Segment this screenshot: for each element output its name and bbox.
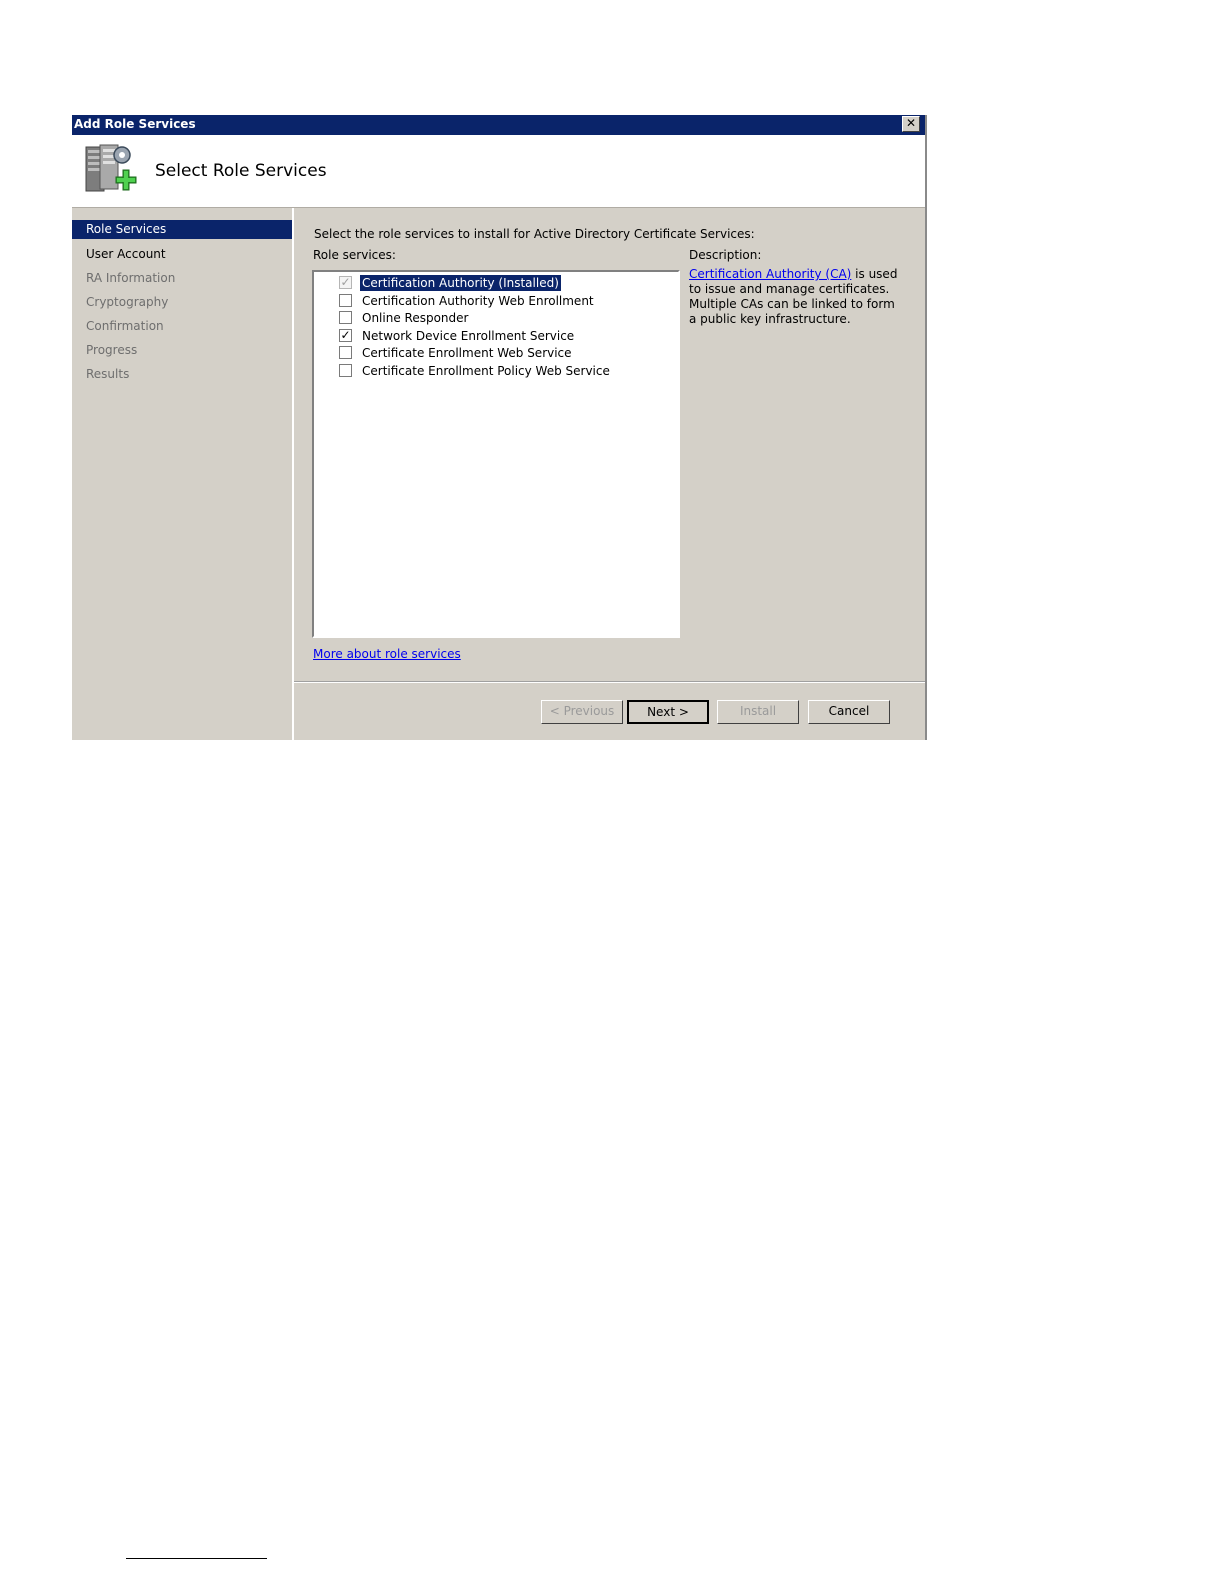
main-content: Select the role services to install for … — [294, 208, 925, 740]
window-title: Add Role Services — [74, 117, 196, 131]
instruction-text: Select the role services to install for … — [314, 227, 755, 241]
close-button[interactable]: ✕ — [902, 116, 920, 132]
role-service-label: Certificate Enrollment Policy Web Servic… — [362, 364, 610, 378]
role-services-list[interactable]: ✓ Certification Authority (Installed) Ce… — [312, 270, 680, 638]
wizard-nav: Role Services User Account RA Informatio… — [72, 208, 294, 740]
more-about-role-services-link[interactable]: More about role services — [313, 647, 461, 661]
next-button[interactable]: Next > — [627, 700, 709, 724]
role-service-label: Network Device Enrollment Service — [362, 329, 575, 343]
nav-item-cryptography: Cryptography — [86, 295, 169, 309]
role-service-label: Online Responder — [362, 311, 469, 325]
install-button[interactable]: Install — [717, 700, 799, 724]
wizard-header: Select Role Services — [72, 135, 925, 208]
checkbox-enrollment-policy-web-service[interactable] — [339, 364, 352, 377]
checkbox-web-enrollment[interactable] — [339, 294, 352, 307]
previous-button[interactable]: < Previous — [541, 700, 623, 724]
nav-item-ra-information: RA Information — [86, 271, 176, 285]
nav-item-progress: Progress — [86, 343, 138, 357]
checkbox-ndes[interactable]: ✓ — [339, 329, 352, 342]
server-add-icon — [85, 144, 137, 192]
nav-item-user-account[interactable]: User Account — [72, 244, 292, 268]
checkbox-certification-authority: ✓ — [339, 275, 352, 289]
add-role-services-dialog: Add Role Services ✕ Select Role Services… — [72, 115, 927, 740]
cancel-button[interactable]: Cancel — [808, 700, 890, 724]
nav-item-results: Results — [86, 367, 130, 381]
footer-separator — [294, 681, 925, 683]
page-title: Select Role Services — [155, 161, 327, 181]
nav-item-confirmation: Confirmation — [86, 319, 164, 333]
close-icon: ✕ — [905, 116, 917, 130]
role-service-label: Certificate Enrollment Web Service — [362, 346, 572, 360]
checkbox-online-responder[interactable] — [339, 311, 352, 324]
role-services-label: Role services: — [313, 248, 396, 262]
title-bar[interactable]: Add Role Services ✕ — [72, 115, 925, 135]
role-service-label: Certification Authority Web Enrollment — [362, 294, 594, 308]
checkbox-enrollment-web-service[interactable] — [339, 346, 352, 359]
footnote-rule — [126, 1558, 267, 1559]
role-service-label: Certification Authority (Installed) — [359, 274, 562, 292]
certification-authority-link[interactable]: Certification Authority (CA) — [689, 267, 851, 281]
description-text: Certification Authority (CA) is used to … — [689, 267, 899, 327]
nav-item-role-services[interactable]: Role Services — [72, 220, 292, 239]
description-label: Description: — [689, 248, 762, 262]
